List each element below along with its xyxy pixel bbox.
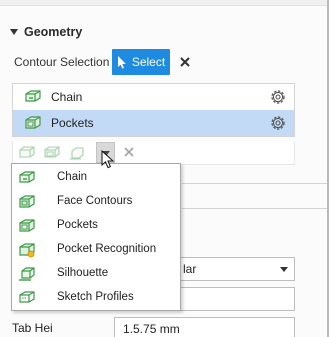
selection-list: Chain Pockets: [12, 83, 295, 137]
geometry-section-header[interactable]: Geometry: [10, 24, 82, 40]
toolpath-dialog-panel: Geometry Contour Selection Select Chain: [0, 0, 329, 337]
menu-item-pockets[interactable]: Pockets: [12, 214, 180, 238]
panel-top-edge: [0, 0, 327, 6]
divider: [182, 208, 327, 209]
select-button[interactable]: Select: [112, 49, 170, 75]
pockets-icon: [19, 219, 35, 232]
menu-item-label: Silhouette: [57, 267, 109, 279]
geometry-title: Geometry: [24, 25, 83, 39]
list-item-label: Pockets: [51, 116, 94, 130]
clear-selection-button[interactable]: [178, 55, 192, 69]
silhouette-icon: [19, 267, 35, 281]
pocket-recognition-icon: [19, 243, 35, 258]
list-item[interactable]: Chain: [13, 84, 294, 110]
pockets-icon: [25, 116, 41, 129]
chain-icon[interactable]: [19, 146, 35, 160]
list-item-label: Chain: [51, 90, 83, 104]
menu-item-label: Sketch Profiles: [57, 291, 134, 303]
menu-item-label: Chain: [57, 171, 88, 183]
face-contours-icon: [19, 195, 35, 208]
selection-mode-menu: Chain Face Contours Pockets Pocket Recog…: [11, 163, 181, 311]
menu-item-label: Pockets: [57, 219, 98, 231]
list-item-selected[interactable]: Pockets: [13, 110, 294, 136]
cursor-arrow-icon: [117, 55, 126, 69]
selection-toolbar: [12, 141, 295, 165]
menu-item-face-contours[interactable]: Face Contours: [12, 190, 180, 214]
menu-item-label: Pocket Recognition: [57, 243, 157, 255]
chain-icon: [25, 90, 41, 102]
mouse-pointer-icon: [101, 150, 115, 169]
gear-icon[interactable]: [269, 88, 287, 106]
select-button-label: Select: [131, 55, 166, 69]
tab-height-input[interactable]: 1.5.75 mm: [114, 317, 295, 337]
gear-icon[interactable]: [269, 114, 287, 132]
chevron-down-icon: [280, 267, 288, 272]
silhouette-icon[interactable]: [69, 146, 85, 160]
menu-item-silhouette[interactable]: Silhouette: [12, 262, 180, 286]
menu-item-pocket-recognition[interactable]: Pocket Recognition: [12, 238, 180, 262]
face-contours-icon[interactable]: [44, 146, 60, 160]
tab-height-value: 1.5.75 mm: [123, 322, 180, 336]
tab-height-label: Tab Hei: [12, 321, 53, 335]
contour-selection-label: Contour Selection: [14, 55, 110, 69]
menu-item-sketch-profiles[interactable]: Sketch Profiles: [12, 286, 180, 310]
menu-item-chain[interactable]: Chain: [12, 166, 180, 190]
collapse-triangle-icon: [10, 29, 18, 35]
divider: [182, 183, 327, 184]
sketch-profiles-icon: [19, 291, 35, 303]
close-icon[interactable]: [123, 146, 135, 158]
menu-item-label: Face Contours: [57, 195, 133, 207]
chain-icon: [19, 171, 35, 183]
contour-selection-row: Contour Selection Select: [14, 49, 192, 75]
close-icon: [180, 57, 190, 67]
background-select-value: lar: [183, 262, 197, 276]
